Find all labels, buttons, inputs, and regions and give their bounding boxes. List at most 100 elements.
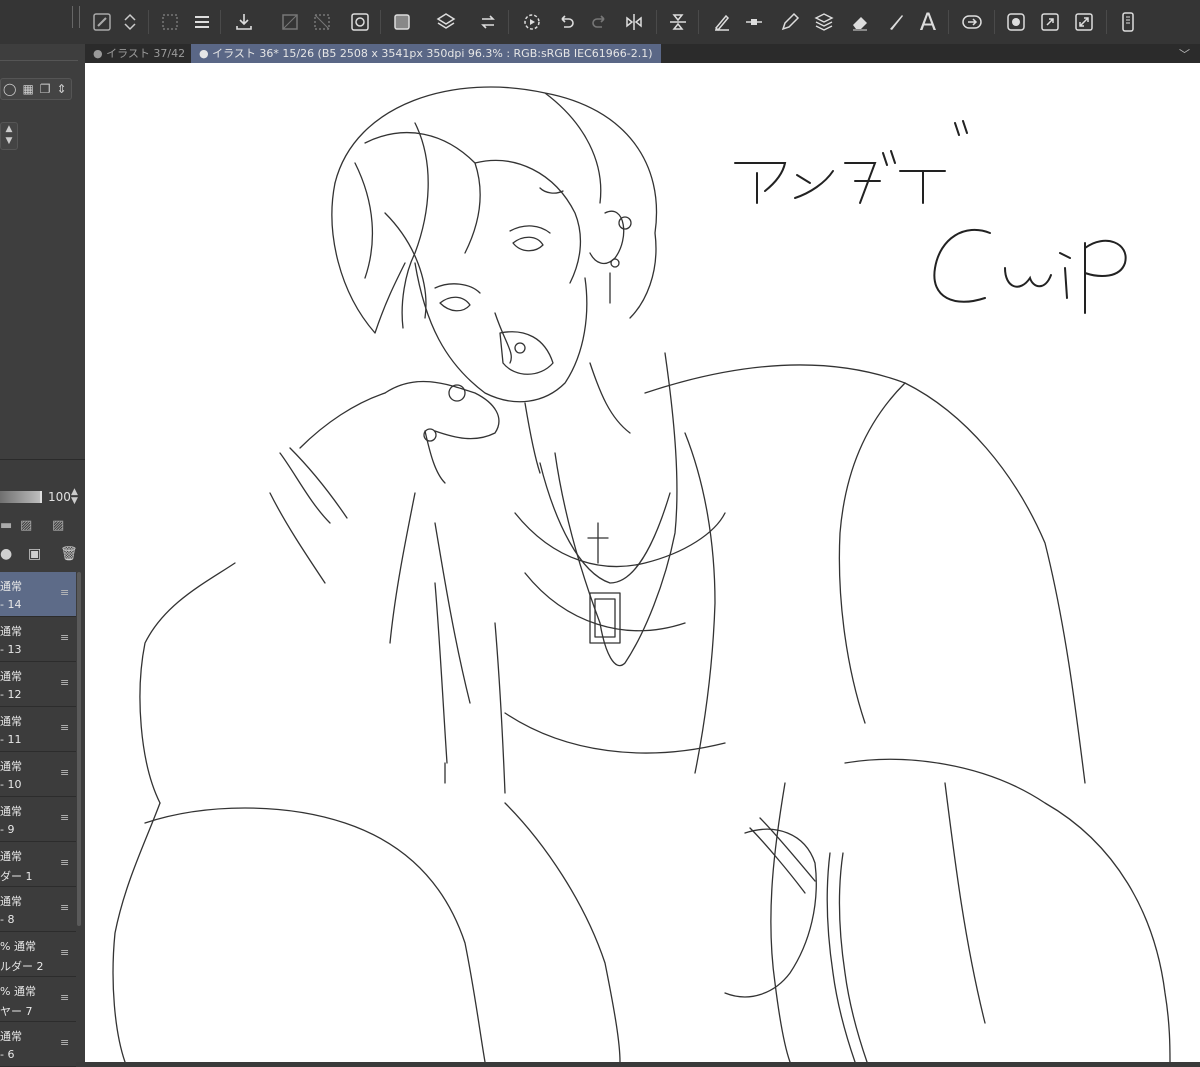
brush-settings-icon[interactable]	[88, 8, 116, 36]
chevron-down-icon[interactable]: ﹀	[1179, 46, 1190, 62]
layer-menu-icon[interactable]: ≡	[60, 721, 69, 734]
layer-menu-icon[interactable]: ≡	[60, 946, 69, 959]
layer-row[interactable]: 通常 ダー 1 ≡	[0, 842, 76, 887]
layer-row[interactable]: 通常 - 10 ≡	[0, 752, 76, 797]
layer-blend-mode: 通常	[0, 895, 22, 908]
main-toolbar: A	[0, 0, 1200, 45]
pen-icon[interactable]	[776, 8, 804, 36]
layer-name: - 10	[0, 778, 22, 791]
layers-icon[interactable]	[432, 8, 460, 36]
layer-menu-icon[interactable]: ≡	[60, 676, 69, 689]
expand-icon[interactable]	[1036, 8, 1064, 36]
layer-menu-icon[interactable]: ≡	[60, 811, 69, 824]
circle-option-icon[interactable]: ◯	[3, 82, 16, 96]
document-tab-bar: ● イラスト 37/42 ● イラスト 36* 15/26 (B5 2508 x…	[85, 44, 1200, 63]
layer-row[interactable]: % 通常 ヤー 7 ≡	[0, 977, 76, 1022]
opacity-slider[interactable]	[0, 491, 42, 503]
menu-icon[interactable]	[188, 8, 216, 36]
layer-row[interactable]: % 通常 ルダー 2 ≡	[0, 932, 76, 977]
layer-name: - 9	[0, 823, 15, 836]
toolbar-grip[interactable]	[72, 6, 80, 28]
circle-settings-icon[interactable]	[1002, 8, 1030, 36]
text-icon[interactable]: A	[914, 8, 942, 36]
brush-icon[interactable]	[882, 8, 910, 36]
layer-menu-icon[interactable]: ≡	[60, 991, 69, 1004]
toolbar-separator	[994, 10, 995, 34]
texture-icon[interactable]: ▦	[22, 82, 33, 96]
layer-name: - 11	[0, 733, 22, 746]
layer-menu-icon[interactable]: ≡	[60, 856, 69, 869]
layer-list-scrollbar[interactable]	[77, 572, 81, 926]
spinner-icon[interactable]	[116, 8, 144, 36]
trash-icon[interactable]: 🗑	[60, 546, 78, 562]
lock-icon[interactable]: ▬	[0, 518, 12, 533]
layer-stack-icon[interactable]	[810, 8, 838, 36]
tab-illust-37[interactable]: ● イラスト 37/42	[85, 44, 193, 63]
line-art-illustration	[112, 86, 1171, 1062]
layer-menu-icon[interactable]: ≡	[60, 766, 69, 779]
layer-name: - 8	[0, 913, 15, 926]
drawing-canvas[interactable]	[85, 63, 1200, 1062]
new-layer-icon[interactable]: ●	[0, 546, 12, 562]
size-stepper[interactable]: ▲ ▼	[0, 122, 18, 150]
reference-icon[interactable]: ▨	[52, 518, 64, 533]
select-all-icon[interactable]	[308, 8, 336, 36]
layer-blend-mode: % 通常	[0, 940, 36, 953]
clear-icon[interactable]	[276, 8, 304, 36]
layer-row[interactable]: 通常 - 9 ≡	[0, 797, 76, 842]
expand-alt-icon[interactable]	[1070, 8, 1098, 36]
layer-blend-mode: 通常	[0, 850, 22, 863]
timelapse-icon[interactable]	[518, 8, 546, 36]
import-icon[interactable]	[230, 8, 258, 36]
layer-blend-mode: 通常	[0, 625, 22, 638]
layer-menu-icon[interactable]: ≡	[60, 631, 69, 644]
flip-horizontal-icon[interactable]	[620, 8, 648, 36]
panel-divider	[0, 60, 78, 61]
layer-menu-icon[interactable]: ≡	[60, 1036, 69, 1049]
canvas-icon[interactable]	[388, 8, 416, 36]
opacity-stepper[interactable]: ▲ ▼	[71, 488, 78, 506]
layer-blend-mode: % 通常	[0, 985, 36, 998]
opacity-value: 100	[48, 490, 71, 504]
layer-blend-mode: 通常	[0, 715, 22, 728]
text-tool-glyph: A	[919, 8, 937, 36]
clip-mask-icon[interactable]: ▨	[20, 518, 32, 533]
layer-blend-mode: 通常	[0, 580, 22, 593]
layer-actions-row: ● ▣ 🗑	[0, 544, 85, 568]
adjust-icon[interactable]	[740, 8, 768, 36]
layer-name: - 13	[0, 643, 22, 656]
layer-name: - 14	[0, 598, 22, 611]
flip-vertical-icon[interactable]	[664, 8, 692, 36]
layer-row[interactable]: 通常 - 11 ≡	[0, 707, 76, 752]
transform-icon[interactable]	[346, 8, 374, 36]
layer-name: - 6	[0, 1048, 15, 1061]
spinner-icon[interactable]: ⇕	[57, 82, 67, 96]
ruler-pen-icon[interactable]	[708, 8, 736, 36]
tab-illust-36[interactable]: ● イラスト 36* 15/26 (B5 2508 x 3541px 350dp…	[191, 44, 661, 63]
layer-opacity-row: 100 ▲ ▼	[0, 486, 85, 508]
selection-icon[interactable]	[156, 8, 184, 36]
layer-row[interactable]: 通常 - 12 ≡	[0, 662, 76, 707]
layer-row[interactable]: 通常 - 14 ≡	[0, 572, 76, 617]
share-icon[interactable]	[958, 8, 986, 36]
layer-menu-icon[interactable]: ≡	[60, 901, 69, 914]
toolbar-separator	[698, 10, 699, 34]
toolbar-separator	[948, 10, 949, 34]
undo-icon[interactable]	[552, 8, 580, 36]
layer-row[interactable]: 通常 - 13 ≡	[0, 617, 76, 662]
redo-icon[interactable]	[586, 8, 614, 36]
toolbar-separator	[220, 10, 221, 34]
layer-menu-icon[interactable]: ≡	[60, 586, 69, 599]
layer-name: - 12	[0, 688, 22, 701]
folder-icon[interactable]: ▣	[28, 546, 41, 562]
eraser-icon[interactable]	[846, 8, 874, 36]
layer-row[interactable]: 通常 - 6 ≡	[0, 1022, 76, 1067]
layer-blend-mode: 通常	[0, 1030, 22, 1043]
copy-icon[interactable]: ❐	[40, 82, 51, 96]
layer-name: ルダー 2	[0, 960, 44, 973]
properties-panel: ◯ ▦ ❐ ⇕ ▲ ▼	[0, 44, 85, 460]
toolbar-separator	[656, 10, 657, 34]
layer-row[interactable]: 通常 - 8 ≡	[0, 887, 76, 932]
device-icon[interactable]	[1114, 8, 1142, 36]
rotate-icon[interactable]	[474, 8, 502, 36]
